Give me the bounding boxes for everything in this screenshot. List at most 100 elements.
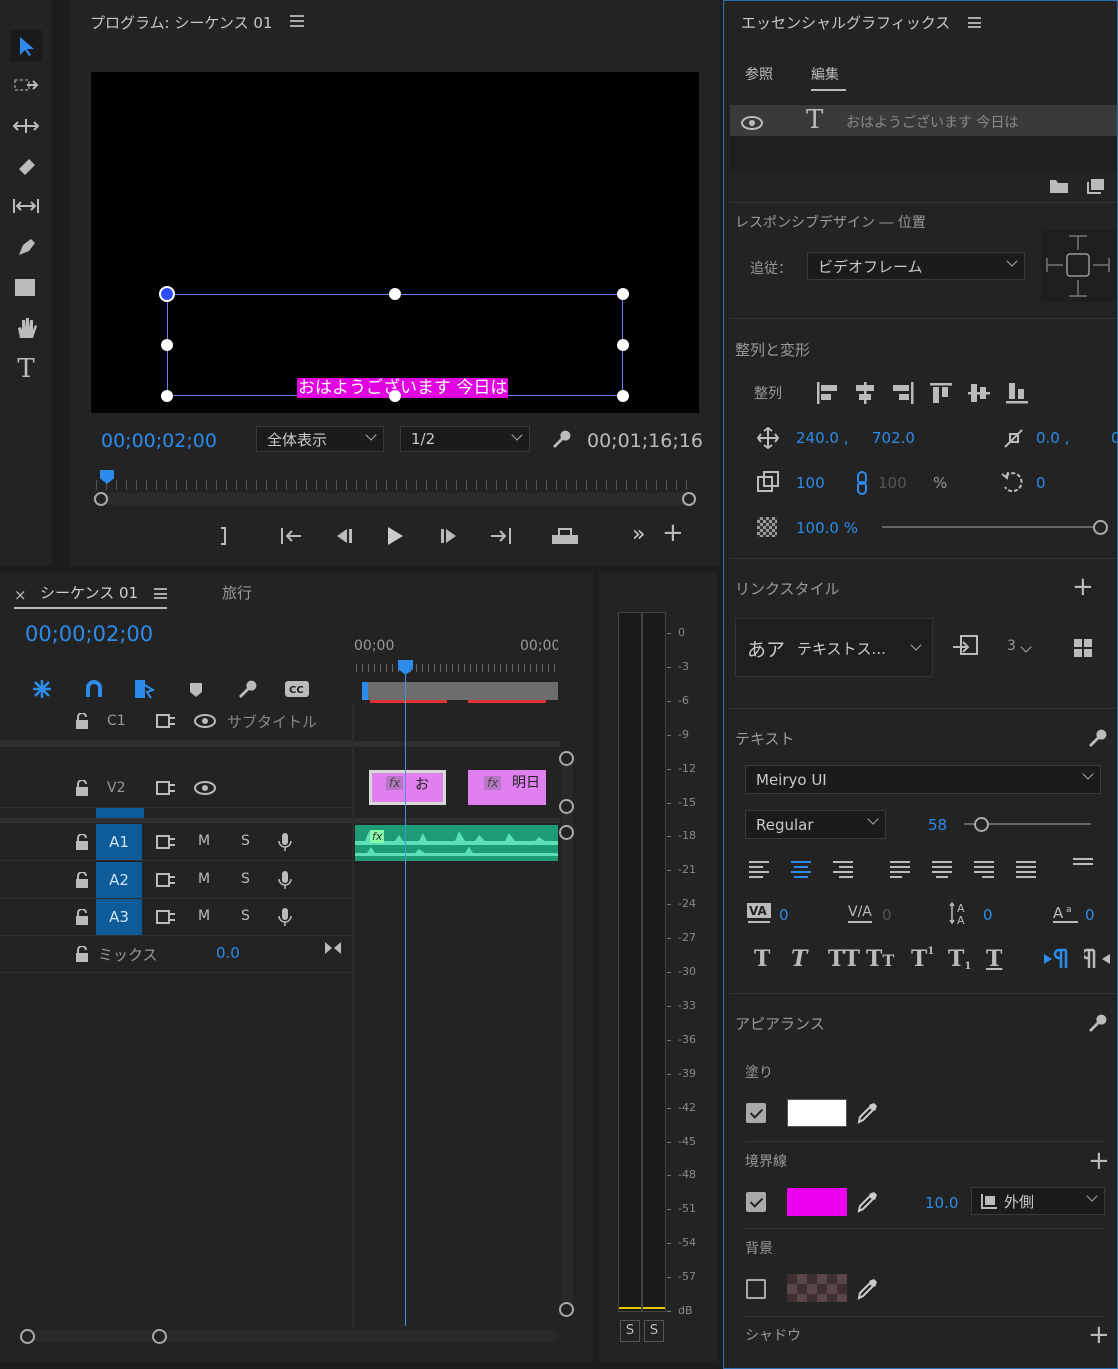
add-style-icon[interactable]: + <box>1072 574 1094 600</box>
handle-bl[interactable] <box>161 390 173 402</box>
fill-color-swatch[interactable] <box>787 1099 847 1127</box>
tab-travel[interactable]: 旅行 <box>222 582 252 603</box>
eye-icon[interactable] <box>194 714 216 728</box>
eg-menu-icon[interactable] <box>968 17 981 28</box>
font-size-slider-handle[interactable] <box>974 817 989 832</box>
mark-out-icon[interactable] <box>214 524 234 548</box>
grid-view-icon[interactable] <box>1073 638 1093 658</box>
handle-mr[interactable] <box>617 339 629 351</box>
justify-right-icon[interactable] <box>971 856 997 882</box>
push-style-icon[interactable] <box>952 634 980 660</box>
new-folder-icon[interactable] <box>1049 178 1069 194</box>
background-color-swatch[interactable] <box>787 1274 847 1302</box>
timeline-time-ruler[interactable] <box>356 664 556 672</box>
position-x-value[interactable]: 240.0 , <box>796 429 848 447</box>
lock-icon[interactable] <box>75 945 89 962</box>
handle-ml[interactable] <box>161 339 173 351</box>
mute-button[interactable]: M <box>198 833 210 849</box>
hand-tool-icon[interactable] <box>10 312 42 344</box>
handle-bm[interactable] <box>389 390 401 402</box>
tracking-value[interactable]: 0 <box>882 906 892 924</box>
faux-bold-icon[interactable]: T <box>754 946 770 972</box>
align-left-icon[interactable] <box>814 380 840 406</box>
h-scroll-right-handle[interactable] <box>152 1329 167 1344</box>
add-stroke-icon[interactable]: + <box>1088 1148 1110 1174</box>
linked-selection-icon[interactable] <box>132 678 156 700</box>
track-target-a1[interactable]: A1 <box>96 824 142 860</box>
track-target-a3[interactable]: A3 <box>96 899 142 935</box>
track-target-a2[interactable]: A2 <box>96 862 142 898</box>
fill-eyedropper-icon[interactable] <box>856 1102 878 1124</box>
align-right-icon[interactable] <box>890 380 916 406</box>
solo-button[interactable]: S <box>241 833 250 849</box>
program-zoom-bar[interactable] <box>96 493 694 505</box>
mute-button[interactable]: M <box>198 908 210 924</box>
stroke-type-dropdown[interactable]: 外側 <box>971 1187 1105 1215</box>
solo-button[interactable]: S <box>241 871 250 887</box>
mix-jump-icon[interactable] <box>324 940 342 956</box>
play-icon[interactable] <box>383 522 407 550</box>
ltr-direction-icon[interactable] <box>1042 948 1070 970</box>
all-caps-icon[interactable]: TT <box>828 946 860 972</box>
leading-value[interactable]: 0 <box>983 906 993 924</box>
kerning-value[interactable]: 0 <box>779 906 789 924</box>
close-tab-icon[interactable]: × <box>14 586 27 604</box>
handle-br[interactable] <box>617 390 629 402</box>
background-eyedropper-icon[interactable] <box>856 1278 878 1300</box>
background-checkbox[interactable] <box>746 1279 766 1299</box>
opacity-slider-track[interactable] <box>882 526 1094 528</box>
timeline-v-scroll-track[interactable] <box>561 756 573 1316</box>
zoom-bar-left-handle[interactable] <box>94 492 108 506</box>
microphone-icon[interactable] <box>278 832 292 852</box>
audio-clip-a1[interactable]: fx <box>355 825 558 861</box>
tab-edit[interactable]: 編集 <box>811 64 839 84</box>
scale-value[interactable]: 100 <box>796 474 825 492</box>
slip-tool-icon[interactable] <box>10 190 42 222</box>
eye-icon[interactable] <box>194 781 216 795</box>
justify-center-icon[interactable] <box>929 856 955 882</box>
align-text-left-icon[interactable] <box>746 856 772 882</box>
program-current-timecode[interactable]: 00;00;02;00 <box>101 430 217 452</box>
sync-lock-icon[interactable] <box>156 781 176 795</box>
underline-icon[interactable]: T <box>986 946 1002 972</box>
align-bottom-icon[interactable] <box>1004 380 1030 406</box>
baseline-shift-value[interactable]: 0 <box>1085 906 1095 924</box>
align-text-right-icon[interactable] <box>830 856 856 882</box>
tab-sequence-01[interactable]: シーケンス 01 <box>40 582 138 603</box>
link-scale-icon[interactable] <box>855 470 869 496</box>
style-dropdown[interactable]: あア テキストス... <box>735 618 933 677</box>
export-frame-icon[interactable] <box>549 524 581 548</box>
timeline-h-scroll-track[interactable] <box>20 1330 558 1342</box>
add-marker-icon[interactable] <box>186 680 206 700</box>
stroke-checkbox[interactable] <box>746 1192 766 1212</box>
solo-left-button[interactable]: S <box>620 1320 640 1342</box>
style-count[interactable]: 3 <box>1007 638 1016 654</box>
program-time-ruler[interactable] <box>96 480 696 490</box>
text-wrench-icon[interactable] <box>1085 727 1107 749</box>
lock-icon[interactable] <box>75 833 89 850</box>
work-area-bar[interactable] <box>364 682 558 700</box>
new-layer-icon[interactable] <box>1087 178 1105 194</box>
lock-icon[interactable] <box>75 908 89 925</box>
subscript-icon[interactable]: T1 <box>948 946 971 972</box>
faux-italic-icon[interactable]: T <box>791 946 807 972</box>
anchor-point-handle[interactable] <box>159 286 175 302</box>
align-center-h-icon[interactable] <box>852 380 878 406</box>
opacity-slider-handle[interactable] <box>1093 520 1108 535</box>
step-forward-icon[interactable] <box>437 524 461 548</box>
small-caps-icon[interactable]: TT <box>866 946 894 972</box>
justify-all-icon[interactable] <box>1013 856 1039 882</box>
program-menu-icon[interactable] <box>290 15 304 27</box>
superscript-icon[interactable]: T1 <box>911 946 934 972</box>
track-select-tool-icon[interactable] <box>10 70 42 102</box>
more-controls-icon[interactable]: » <box>632 522 645 547</box>
font-dropdown[interactable]: Meiryo UI <box>745 765 1101 794</box>
razor-tool-icon[interactable] <box>10 150 42 182</box>
selection-tool-icon[interactable] <box>10 30 42 62</box>
scroll-handle[interactable] <box>559 825 574 840</box>
sync-lock-icon[interactable] <box>156 910 176 924</box>
add-button-icon[interactable]: + <box>662 520 684 546</box>
text-top-align-icon[interactable] <box>1070 853 1096 879</box>
ripple-edit-tool-icon[interactable] <box>10 110 42 142</box>
zoom-dropdown[interactable]: 全体表示 <box>256 426 384 452</box>
